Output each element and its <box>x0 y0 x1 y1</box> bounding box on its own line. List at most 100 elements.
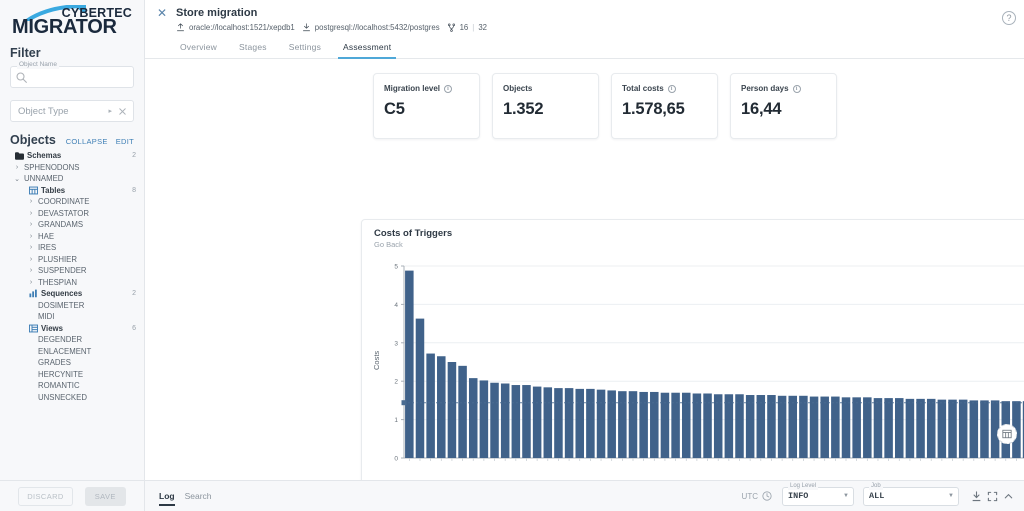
chart-bar[interactable] <box>788 396 797 458</box>
chevron-right-icon[interactable]: › <box>27 210 35 217</box>
chart-bar[interactable] <box>714 394 723 458</box>
chevron-right-icon[interactable]: › <box>27 267 35 274</box>
object-type-field[interactable]: Object Type ▸ <box>10 100 134 122</box>
chart-bar[interactable] <box>607 390 616 458</box>
chart-bar[interactable] <box>863 397 872 458</box>
target-connection[interactable]: postgresql://localhost:5432/postgres <box>302 23 440 32</box>
tree-item[interactable]: ROMANTIC <box>0 380 144 392</box>
tree-item[interactable]: ›PLUSHIER <box>0 254 144 266</box>
object-name-field[interactable]: Object Name TT <box>10 66 134 88</box>
log-tab-search[interactable]: Search <box>185 491 222 506</box>
chart-bar[interactable] <box>480 380 489 458</box>
tab-stages[interactable]: Stages <box>228 42 278 58</box>
tab-bar[interactable]: OverviewStagesSettingsAssessment <box>145 32 1024 59</box>
chart-bar[interactable] <box>586 389 595 458</box>
chart-bar[interactable] <box>416 319 425 458</box>
chart-bar[interactable] <box>959 400 968 458</box>
info-icon[interactable]: i <box>444 85 452 93</box>
tree-item[interactable]: ›IRES <box>0 242 144 254</box>
chart-bar[interactable] <box>512 385 521 458</box>
chart-bar[interactable] <box>575 389 584 458</box>
info-icon[interactable]: i <box>793 85 801 93</box>
log-level-select[interactable]: Log Level INFO ▼ <box>782 487 854 506</box>
tree-item[interactable]: ›SPHENODONS <box>0 162 144 174</box>
chart-bar[interactable] <box>980 400 989 458</box>
chart-bar[interactable] <box>927 399 936 458</box>
chevron-right-icon[interactable]: › <box>27 244 35 251</box>
chevron-right-icon[interactable]: ▸ <box>108 107 112 115</box>
chart-bar[interactable] <box>565 388 574 458</box>
chart-bar[interactable] <box>852 397 861 458</box>
collapse-button[interactable]: COLLAPSE <box>66 137 108 146</box>
chevron-right-icon[interactable]: › <box>27 198 35 205</box>
tree-item[interactable]: ›SUSPENDER <box>0 265 144 277</box>
tree-item[interactable]: ENLACEMENT <box>0 346 144 358</box>
close-icon[interactable]: ✕ <box>155 6 169 20</box>
tree-item[interactable]: ›DEVASTATOR <box>0 208 144 220</box>
chart-bar[interactable] <box>533 387 542 458</box>
chart-bar[interactable] <box>757 395 766 458</box>
chart-bar[interactable] <box>938 400 947 458</box>
chart-bar[interactable] <box>501 384 510 459</box>
chart-bar[interactable] <box>458 366 467 458</box>
tree-item[interactable]: ⌄UNNAMED <box>0 173 144 185</box>
chart-bar[interactable] <box>437 356 446 458</box>
save-button[interactable]: SAVE <box>85 487 126 506</box>
edit-button[interactable]: EDIT <box>116 137 134 146</box>
fullscreen-icon[interactable] <box>984 488 1000 504</box>
chevron-right-icon[interactable]: › <box>27 233 35 240</box>
chart-bar[interactable] <box>948 400 957 458</box>
chart-bar[interactable] <box>906 399 915 458</box>
chart-bar[interactable] <box>554 388 563 458</box>
chart-bar[interactable] <box>916 399 925 458</box>
log-tab-group[interactable]: LogSearch <box>159 481 222 511</box>
chart-bar[interactable] <box>820 397 829 458</box>
app-logo[interactable]: CYBERTEC MIGRATOR <box>0 0 144 40</box>
chart-bar[interactable] <box>405 271 414 458</box>
chart-bar[interactable] <box>874 398 883 458</box>
utc-indicator[interactable]: UTC <box>742 491 772 501</box>
tree-item[interactable]: ›COORDINATE <box>0 196 144 208</box>
chart-bar[interactable] <box>597 390 606 458</box>
chevron-right-icon[interactable]: › <box>27 279 35 286</box>
discard-button[interactable]: DISCARD <box>18 487 73 506</box>
info-icon[interactable]: i <box>668 85 676 93</box>
tree-item[interactable]: UNSNECKED <box>0 392 144 404</box>
tree-item[interactable]: GRADES <box>0 357 144 369</box>
chevron-right-icon[interactable]: › <box>27 221 35 228</box>
chart-bar[interactable] <box>544 387 553 458</box>
chevron-down-icon[interactable]: ▼ <box>948 493 954 499</box>
log-tab-log[interactable]: Log <box>159 491 185 506</box>
tab-overview[interactable]: Overview <box>169 42 228 58</box>
tree-item[interactable]: ›THESPIAN <box>0 277 144 289</box>
chart-bar[interactable] <box>746 395 755 458</box>
chart-bar[interactable] <box>842 397 851 458</box>
chevron-right-icon[interactable]: › <box>13 164 21 171</box>
source-connection[interactable]: oracle://localhost:1521/xepdb1 <box>176 23 295 32</box>
object-tree[interactable]: Schemas2›SPHENODONS⌄UNNAMEDTables8›COORD… <box>0 150 144 480</box>
chart-bar[interactable] <box>810 397 819 458</box>
chart-bar[interactable] <box>629 391 638 458</box>
chart-bar[interactable] <box>895 398 904 458</box>
tree-item[interactable]: DEGENDER <box>0 334 144 346</box>
chart-bar[interactable] <box>469 378 478 458</box>
tree-item[interactable]: ›GRANDAMS <box>0 219 144 231</box>
chart-bar[interactable] <box>831 397 840 458</box>
help-icon[interactable]: ? <box>1002 11 1016 25</box>
data-table-toggle-icon[interactable] <box>997 424 1017 444</box>
chevron-down-icon[interactable]: ⌄ <box>13 175 21 183</box>
chart-bar[interactable] <box>639 392 648 458</box>
tree-item[interactable]: DOSIMETER <box>0 300 144 312</box>
collapse-log-icon[interactable] <box>1000 488 1016 504</box>
chart-bar[interactable] <box>522 385 531 458</box>
tree-item[interactable]: ›HAE <box>0 231 144 243</box>
chart-bar[interactable] <box>767 395 776 458</box>
chart-bar[interactable] <box>725 394 734 458</box>
chart-bar[interactable] <box>618 391 627 458</box>
tree-item[interactable]: Schemas2 <box>0 150 144 162</box>
chart-bar[interactable] <box>426 354 435 458</box>
tab-assessment[interactable]: Assessment <box>332 42 402 58</box>
chart-bar[interactable] <box>735 394 744 458</box>
tab-settings[interactable]: Settings <box>278 42 332 58</box>
chart-bar[interactable] <box>884 398 893 458</box>
